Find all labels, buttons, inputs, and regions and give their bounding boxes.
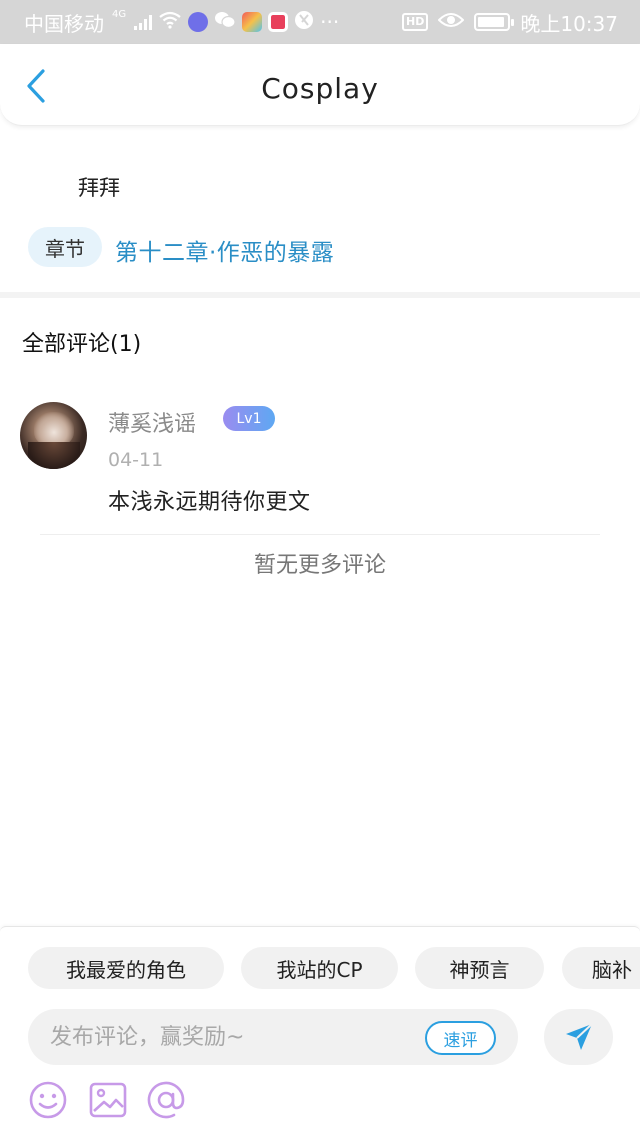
status-bar: 中国移动 4G ··· HD 晚上10:37 (0, 0, 640, 44)
post-text: 拜拜 (78, 176, 120, 200)
comment-date: 04-11 (108, 449, 164, 471)
music-app-icon (188, 12, 209, 32)
chip-favorite-character[interactable]: 我最爱的角色 (28, 947, 224, 989)
chip-imagination[interactable]: 脑补 (562, 947, 640, 989)
network-type: 4G (112, 8, 127, 20)
quick-review-button[interactable]: 速评 (425, 1021, 496, 1055)
comment-composer: 我最爱的角色 我站的CP 神预言 脑补 速评 (0, 926, 640, 1138)
signal-icon (134, 14, 153, 30)
status-left: 中国移动 4G ··· (24, 0, 339, 44)
eye-icon (437, 10, 465, 34)
app-icon (242, 12, 263, 32)
comments-heading: 全部评论(1) (22, 332, 142, 357)
browser-icon (294, 10, 314, 35)
comment-text[interactable]: 本浅永远期待你更文 (108, 484, 311, 516)
wifi-icon (158, 10, 182, 34)
battery-icon (474, 13, 515, 31)
at-icon[interactable] (145, 1079, 187, 1121)
page-title: Cosplay (261, 72, 379, 105)
emoji-icon[interactable] (27, 1079, 69, 1121)
navigation-bar: Cosplay (0, 44, 640, 126)
chip-prophecy[interactable]: 神预言 (415, 947, 544, 989)
quick-tag-chips: 我最爱的角色 我站的CP 神预言 脑补 (0, 947, 640, 989)
commenter-name[interactable]: 薄奚浅谣 (108, 406, 196, 438)
no-more-comments: 暂无更多评论 (253, 553, 386, 578)
send-icon (565, 1023, 593, 1050)
comment-divider (40, 534, 600, 535)
app-icon (268, 12, 289, 32)
chapter-tag: 章节 (28, 227, 102, 267)
hd-badge: HD (402, 13, 429, 31)
section-divider (0, 292, 640, 298)
level-badge: Lv1 (223, 406, 275, 431)
wechat-icon (214, 10, 236, 35)
carrier-label: 中国移动 (24, 11, 104, 36)
status-right: HD 晚上10:37 (402, 0, 618, 44)
chip-my-cp[interactable]: 我站的CP (241, 947, 398, 989)
more-notifications-icon: ··· (320, 10, 340, 34)
clock: 晚上10:37 (520, 11, 618, 36)
avatar[interactable] (20, 402, 87, 469)
image-icon[interactable] (87, 1079, 129, 1121)
send-button[interactable] (544, 1009, 613, 1065)
comment-page: 中国移动 4G ··· HD 晚上10:37 Cosplay 拜拜 章节 第十二… (0, 0, 640, 1138)
chapter-link[interactable]: 第十二章·作恶的暴露 (115, 233, 334, 267)
